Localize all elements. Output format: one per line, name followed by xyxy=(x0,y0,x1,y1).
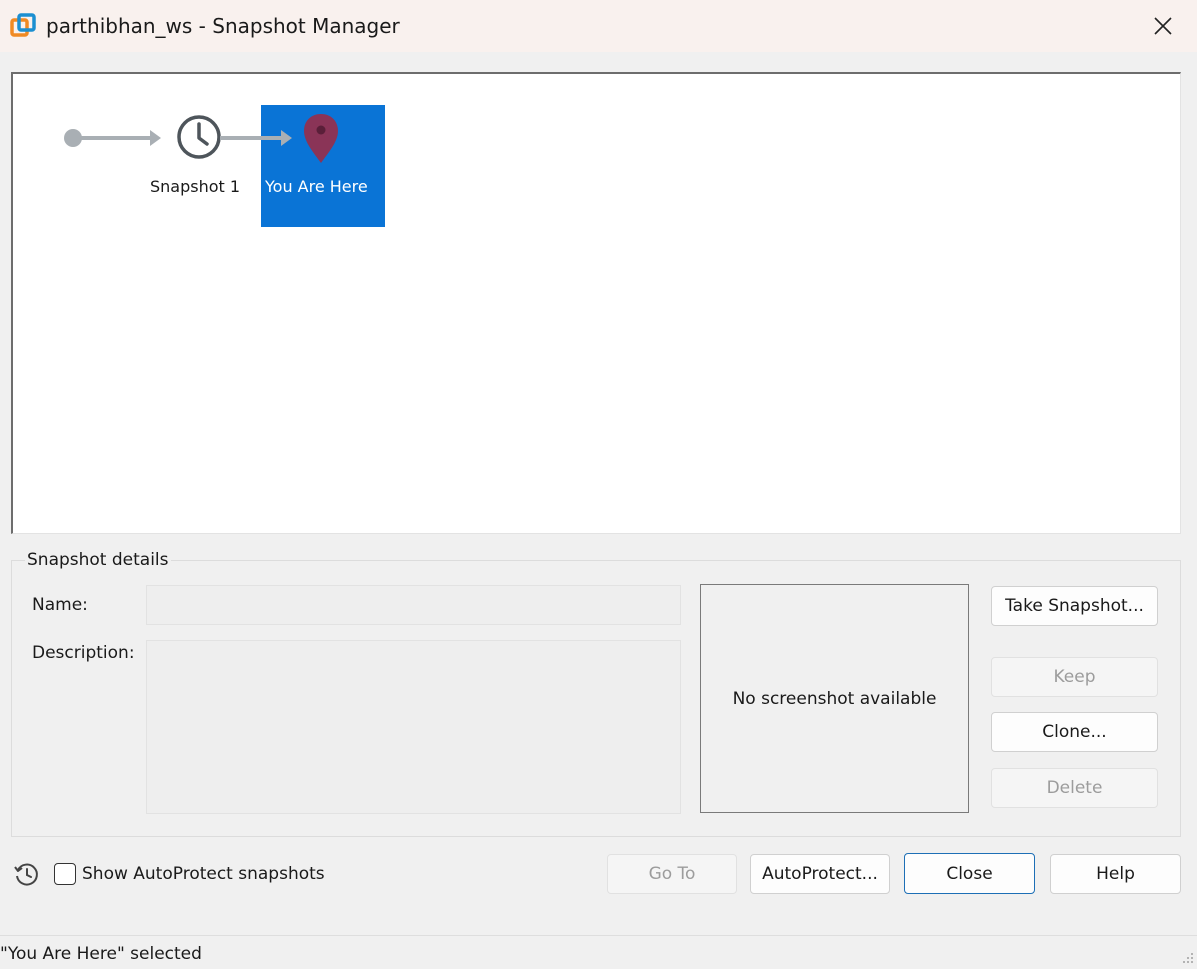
clone-button[interactable]: Clone... xyxy=(991,712,1158,752)
vmware-app-icon xyxy=(10,13,36,37)
map-pin-icon xyxy=(261,114,338,163)
clock-icon xyxy=(177,115,221,159)
resize-grip-icon[interactable] xyxy=(1180,950,1194,964)
keep-button[interactable]: Keep xyxy=(991,657,1158,697)
screenshot-preview: No screenshot available xyxy=(700,584,969,813)
show-autoprotect-label[interactable]: Show AutoProtect snapshots xyxy=(82,864,325,884)
snapshot-details-legend: Snapshot details xyxy=(25,550,171,570)
close-window-button[interactable] xyxy=(1141,8,1185,44)
description-label: Description: xyxy=(32,643,135,663)
you-are-here-node[interactable] xyxy=(261,105,385,227)
name-field xyxy=(146,585,681,625)
snapshot-tree-panel[interactable]: Snapshot 1 You Are Here xyxy=(11,72,1181,534)
window-title: parthibhan_ws - Snapshot Manager xyxy=(46,14,400,38)
you-are-here-label[interactable]: You Are Here xyxy=(265,177,368,196)
autoprotect-button[interactable]: AutoProtect... xyxy=(750,854,890,894)
go-to-button[interactable]: Go To xyxy=(607,854,737,894)
arrowhead-1 xyxy=(150,130,161,146)
root-node-dot xyxy=(64,129,82,147)
delete-button[interactable]: Delete xyxy=(991,768,1158,808)
title-bar: parthibhan_ws - Snapshot Manager xyxy=(0,0,1197,52)
snapshot-1-label[interactable]: Snapshot 1 xyxy=(150,177,240,196)
help-button[interactable]: Help xyxy=(1050,854,1181,894)
show-autoprotect-checkbox[interactable] xyxy=(54,863,76,885)
screenshot-placeholder-text: No screenshot available xyxy=(732,688,937,709)
description-field xyxy=(146,640,681,814)
name-label: Name: xyxy=(32,595,88,615)
history-icon xyxy=(14,863,38,886)
close-button[interactable]: Close xyxy=(904,853,1035,894)
status-text: "You Are Here" selected xyxy=(0,944,202,964)
close-icon xyxy=(1154,17,1172,35)
snapshot-tree-canvas xyxy=(64,115,279,159)
take-snapshot-button[interactable]: Take Snapshot... xyxy=(991,586,1158,626)
